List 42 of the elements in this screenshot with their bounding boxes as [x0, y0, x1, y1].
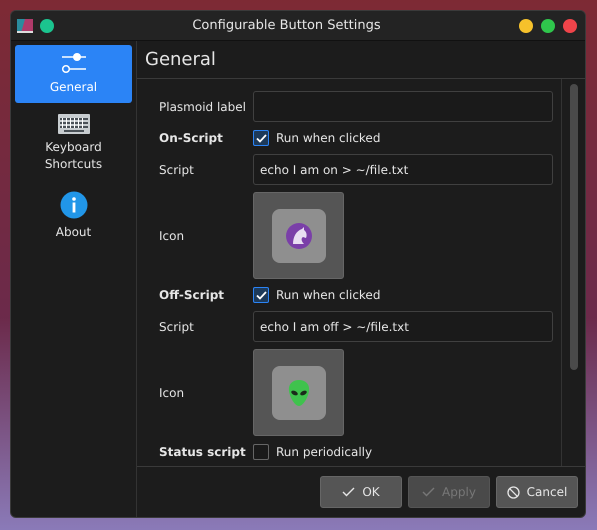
checkbox[interactable]: [253, 130, 269, 146]
page-title: General: [137, 41, 585, 79]
check-icon: [256, 134, 266, 142]
field-label: Script: [159, 318, 195, 336]
alien-head-icon: [286, 378, 310, 406]
checkbox[interactable]: [253, 287, 269, 303]
pin-button-icon[interactable]: [40, 18, 54, 32]
text-field[interactable]: echo I am on > ~/file.txt: [253, 154, 553, 185]
maximize-icon[interactable]: [541, 18, 555, 32]
checkbox-label[interactable]: Run periodically: [276, 443, 372, 461]
field-label: On-Script: [159, 130, 224, 147]
keyboard-icon: [58, 114, 90, 134]
field-label: Off-Script: [159, 287, 226, 304]
sidebar-item[interactable]: Keyboard Shortcuts: [15, 107, 132, 180]
sidebar-item[interactable]: About: [15, 184, 132, 248]
text-field[interactable]: [253, 91, 553, 122]
cancel-icon: [506, 486, 520, 498]
text-field[interactable]: echo I am off > ~/file.txt: [253, 311, 553, 342]
field-label: Plasmoid label: [159, 98, 247, 116]
close-icon[interactable]: [563, 18, 577, 32]
checkbox-label[interactable]: Run when clicked: [276, 286, 380, 304]
field-label: Icon: [159, 228, 186, 244]
scrollbar-thumb[interactable]: [570, 84, 578, 370]
sliders-icon: [60, 52, 86, 74]
check-icon: [342, 487, 356, 497]
checkbox[interactable]: [253, 444, 269, 460]
info-icon: [60, 191, 88, 219]
icon-picker-button[interactable]: [253, 192, 344, 279]
field-label: Script: [159, 162, 195, 178]
check-icon: [256, 290, 266, 300]
dialog-button[interactable]: OK: [320, 476, 402, 508]
sidebar-item[interactable]: General: [15, 45, 132, 103]
field-label: Icon: [159, 384, 186, 402]
check-icon: [422, 487, 436, 497]
minimize-icon[interactable]: [519, 18, 533, 32]
field-label: Status script: [159, 444, 247, 461]
horse-icon: [284, 222, 312, 250]
checkbox-label[interactable]: Run when clicked: [276, 129, 380, 147]
window-title: Configurable Button Settings: [191, 16, 382, 35]
app-icon: [17, 18, 33, 32]
dialog-button[interactable]: Cancel: [496, 476, 578, 508]
icon-picker-button[interactable]: [253, 349, 344, 436]
